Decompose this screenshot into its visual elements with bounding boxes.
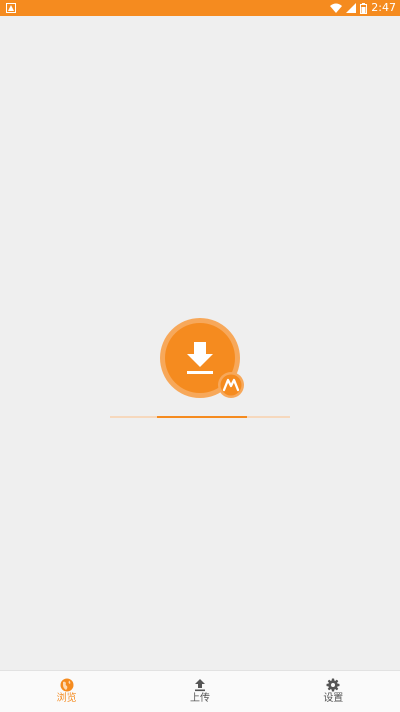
nav-item-upload[interactable]: 上传 (133, 671, 266, 712)
status-time: 2:47 (371, 1, 396, 14)
nav-label-upload: 上传 (189, 693, 210, 704)
globe-icon (60, 678, 74, 692)
battery-icon (360, 2, 368, 14)
nav-item-settings[interactable]: 设置 (267, 671, 400, 712)
gear-icon (326, 678, 340, 692)
status-icons: 2:47 (330, 0, 396, 16)
bottom-navigation: 浏览 上传 设置 (0, 670, 400, 712)
upload-icon (194, 679, 205, 692)
status-bar: 2:47 (0, 0, 400, 16)
download-badge-icon (160, 318, 244, 398)
cell-signal-icon (346, 3, 357, 13)
wifi-icon (330, 3, 343, 13)
nav-label-browse: 浏览 (56, 693, 77, 704)
loading-progress-bar (110, 416, 290, 418)
app-notification-icon (6, 3, 16, 13)
nav-label-settings: 设置 (323, 693, 344, 704)
nav-item-browse[interactable]: 浏览 (0, 671, 133, 712)
loading-progress-fill (157, 416, 247, 418)
